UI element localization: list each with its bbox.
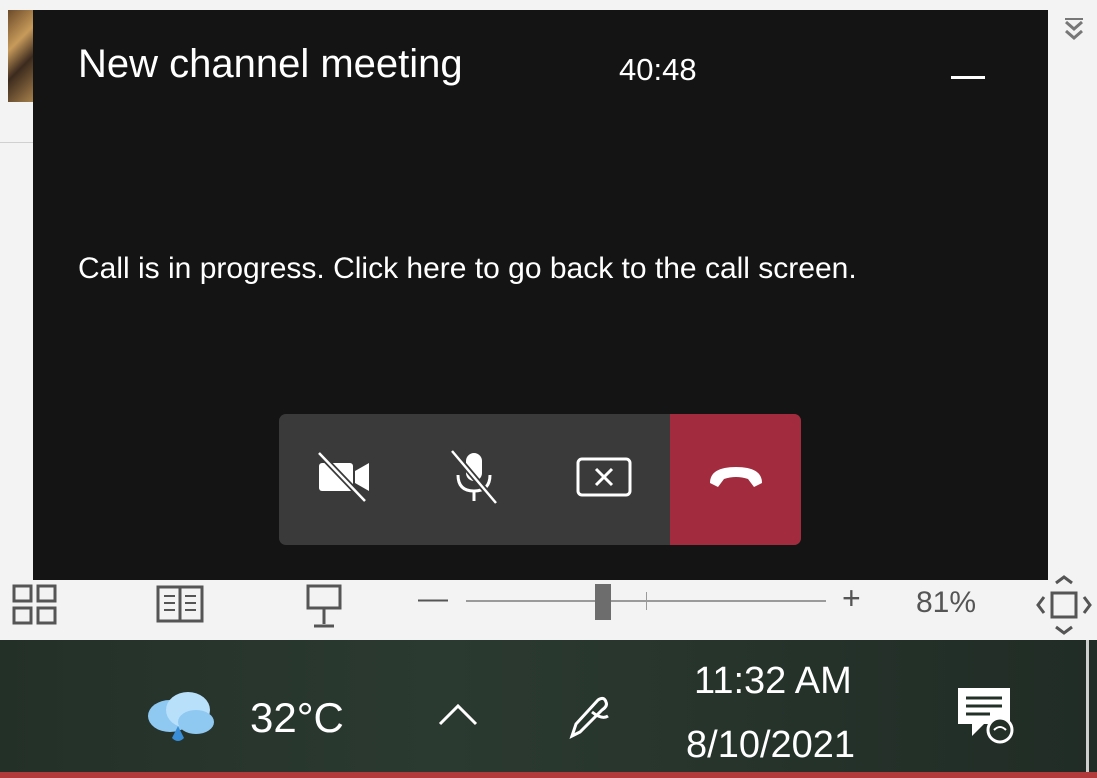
zoom-slider-thumb[interactable] xyxy=(595,584,611,620)
right-panel xyxy=(1048,0,1097,580)
scroll-down-icon[interactable] xyxy=(1062,18,1086,48)
clock-time[interactable]: 11:32 AM xyxy=(694,660,852,703)
return-to-call-link[interactable]: Call is in progress. Click here to go ba… xyxy=(78,252,857,286)
weather-temperature[interactable]: 32°C xyxy=(250,694,344,742)
stop-share-icon xyxy=(574,453,634,506)
mic-toggle-button[interactable] xyxy=(409,414,539,545)
camera-toggle-button[interactable] xyxy=(279,414,409,545)
normal-view-icon[interactable] xyxy=(12,584,58,631)
zoom-out-button[interactable]: — xyxy=(418,582,448,616)
mic-off-icon xyxy=(444,447,504,512)
meeting-mini-window[interactable]: New channel meeting 40:48 Call is in pro… xyxy=(33,10,1048,580)
weather-rain-icon[interactable] xyxy=(140,686,220,751)
taskbar-bottom-edge xyxy=(0,772,1097,778)
zoom-in-button[interactable]: + xyxy=(842,580,861,617)
hang-up-icon xyxy=(704,457,768,502)
hang-up-button[interactable] xyxy=(670,414,801,545)
zoom-slider-midpoint xyxy=(646,592,647,610)
presentation-view-icon[interactable] xyxy=(304,584,344,635)
call-controls xyxy=(279,414,801,545)
thumbnail-image xyxy=(8,10,34,102)
camera-off-icon xyxy=(313,449,375,510)
meeting-title: New channel meeting xyxy=(78,42,463,86)
reading-view-icon[interactable] xyxy=(156,584,204,631)
pen-workspace-icon[interactable] xyxy=(562,692,612,747)
notification-center-icon[interactable] xyxy=(954,684,1016,751)
minimize-icon[interactable] xyxy=(951,76,985,79)
show-desktop-edge[interactable] xyxy=(1086,640,1089,778)
chevron-up-icon[interactable] xyxy=(436,694,480,739)
stop-sharing-button[interactable] xyxy=(539,414,669,545)
clock-date[interactable]: 8/10/2021 xyxy=(686,724,855,767)
fit-to-window-icon[interactable] xyxy=(1034,575,1094,640)
zoom-percentage[interactable]: 81% xyxy=(916,586,976,620)
call-timer: 40:48 xyxy=(619,52,697,87)
